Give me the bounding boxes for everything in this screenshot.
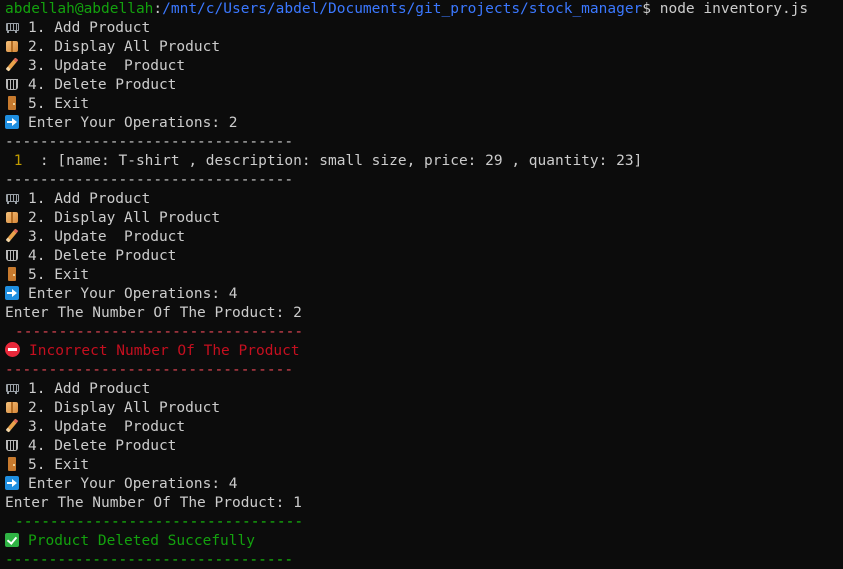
product-details: : [name: T-shirt , description: small si… [22, 153, 643, 169]
number-prompt-label: Enter The Number Of The Product: [5, 305, 294, 321]
operation-prompt: Enter Your Operations: 4 [5, 475, 843, 494]
operation-input: 2 [228, 115, 238, 131]
menu-item-update: 3. Update Product [5, 57, 843, 76]
menu-label: 5. Exit [28, 457, 90, 473]
menu-label: 5. Exit [28, 267, 90, 283]
prompt-separator: : [153, 1, 163, 17]
menu-label: 5. Exit [28, 96, 90, 112]
divider: --------------------------------- [5, 172, 294, 188]
menu-label: 2. Display All Product [28, 210, 221, 226]
menu-label: 1. Add Product [28, 191, 151, 207]
error-divider: --------------------------------- [15, 324, 304, 340]
wastebasket-icon [5, 77, 19, 91]
menu-label: 1. Add Product [28, 20, 151, 36]
product-index: 1 [5, 153, 23, 169]
door-icon [5, 457, 19, 471]
shopping-cart-icon [5, 381, 19, 395]
package-icon [5, 39, 19, 53]
operation-input: 4 [228, 476, 238, 492]
menu-item-exit: 5. Exit [5, 456, 843, 475]
divider: --------------------------------- [5, 134, 294, 150]
menu-item-add: 1. Add Product [5, 380, 843, 399]
number-input: 1 [293, 495, 302, 511]
menu-label: 4. Delete Product [28, 77, 177, 93]
menu-label: 4. Delete Product [28, 248, 177, 264]
pencil-icon [5, 229, 19, 243]
menu-item-add: 1. Add Product [5, 190, 843, 209]
wastebasket-icon [5, 248, 19, 262]
operation-prompt: Enter Your Operations: 4 [5, 285, 843, 304]
shopping-cart-icon [5, 20, 19, 34]
number-prompt: Enter The Number Of The Product: 1 [5, 494, 843, 513]
current-path: /mnt/c/Users/abdel/Documents/git_project… [162, 1, 643, 17]
menu-label: 4. Delete Product [28, 438, 177, 454]
user-host: abdellah@abdellah [5, 1, 154, 17]
package-icon [5, 210, 19, 224]
success-text: Product Deleted Succefully [28, 533, 255, 549]
terminal-window[interactable]: abdellah@abdellah:/mnt/c/Users/abdel/Doc… [0, 0, 843, 569]
menu-item-delete: 4. Delete Product [5, 437, 843, 456]
product-row: 1 : [name: T-shirt , description: small … [5, 152, 843, 171]
menu-item-delete: 4. Delete Product [5, 76, 843, 95]
menu-item-exit: 5. Exit [5, 95, 843, 114]
error-divider: --------------------------------- [5, 362, 294, 378]
menu-item-display: 2. Display All Product [5, 209, 843, 228]
pencil-icon [5, 419, 19, 433]
prompt-label: Enter Your Operations: [28, 115, 229, 131]
pencil-icon [5, 58, 19, 72]
number-prompt: Enter The Number Of The Product: 2 [5, 304, 843, 323]
prompt-label: Enter Your Operations: [28, 286, 229, 302]
door-icon [5, 96, 19, 110]
menu-item-delete: 4. Delete Product [5, 247, 843, 266]
menu-item-display: 2. Display All Product [5, 38, 843, 57]
command-text: node inventory.js [651, 1, 809, 17]
prompt-label: Enter Your Operations: [28, 476, 229, 492]
error-message: Incorrect Number Of The Product [5, 342, 843, 361]
menu-label: 2. Display All Product [28, 400, 221, 416]
package-icon [5, 400, 19, 414]
menu-item-display: 2. Display All Product [5, 399, 843, 418]
menu-label: 2. Display All Product [28, 39, 221, 55]
success-divider: --------------------------------- [15, 514, 304, 530]
menu-label: 3. Update Product [28, 229, 186, 245]
success-message: Product Deleted Succefully [5, 532, 843, 551]
no-entry-icon [5, 342, 20, 357]
menu-item-exit: 5. Exit [5, 266, 843, 285]
shopping-cart-icon [5, 191, 19, 205]
operation-prompt: Enter Your Operations: 2 [5, 114, 843, 133]
menu-label: 1. Add Product [28, 381, 151, 397]
check-mark-icon [5, 533, 19, 547]
wastebasket-icon [5, 438, 19, 452]
prompt-symbol: $ [642, 1, 652, 17]
door-icon [5, 267, 19, 281]
right-arrow-icon [5, 115, 19, 129]
menu-item-add: 1. Add Product [5, 19, 843, 38]
menu-label: 3. Update Product [28, 58, 186, 74]
operation-input: 4 [228, 286, 238, 302]
right-arrow-icon [5, 286, 19, 300]
right-arrow-icon [5, 476, 19, 490]
menu-label: 3. Update Product [28, 419, 186, 435]
number-input: 2 [293, 305, 302, 321]
success-divider: --------------------------------- [5, 552, 294, 568]
shell-prompt-line: abdellah@abdellah:/mnt/c/Users/abdel/Doc… [5, 0, 843, 19]
error-text: Incorrect Number Of The Product [29, 343, 300, 359]
menu-item-update: 3. Update Product [5, 228, 843, 247]
number-prompt-label: Enter The Number Of The Product: [5, 495, 294, 511]
menu-item-update: 3. Update Product [5, 418, 843, 437]
